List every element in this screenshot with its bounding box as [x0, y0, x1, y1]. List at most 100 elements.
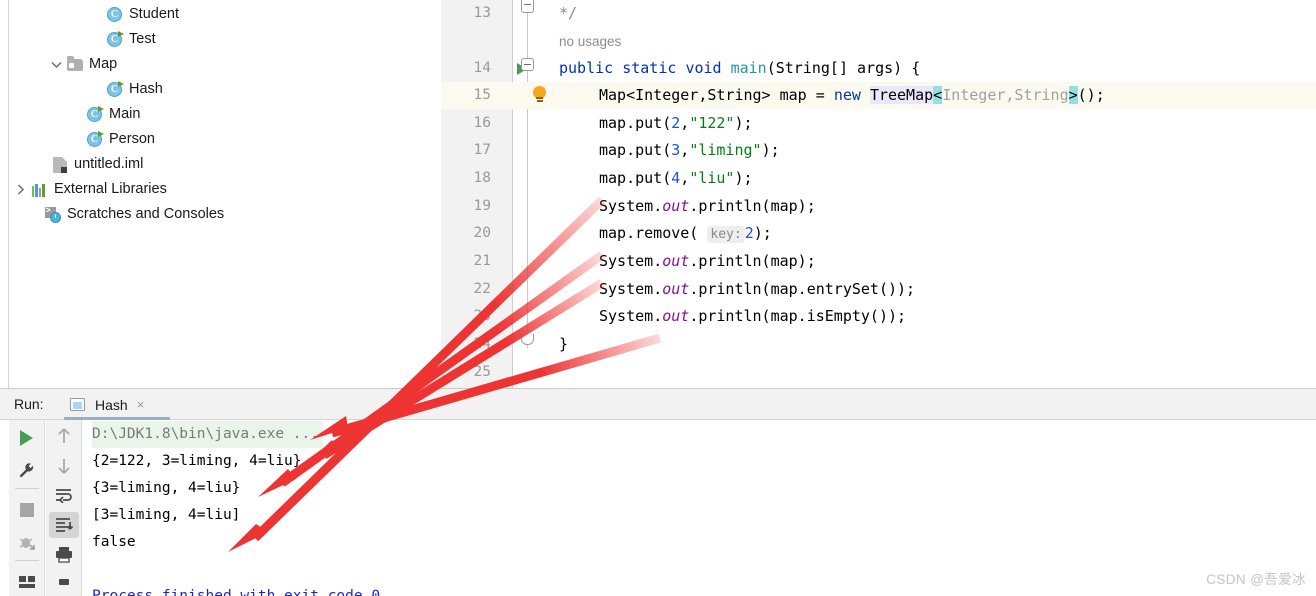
line-number: 18 — [473, 170, 491, 186]
close-icon[interactable]: × — [137, 398, 145, 411]
out-field: out — [662, 307, 690, 325]
put-key: 2 — [671, 114, 681, 132]
console-line-2: {3=liming, 4=liu} — [92, 480, 241, 496]
code-comment-end: */ — [559, 4, 578, 22]
intention-bulb-icon[interactable] — [531, 86, 547, 102]
put-call: .put( — [626, 141, 672, 159]
system-class: System — [599, 197, 654, 215]
wrench-icon — [19, 463, 34, 478]
put-call: .put( — [626, 169, 672, 187]
editor-line-20[interactable]: 20 — [441, 220, 1316, 247]
rerun-button[interactable] — [12, 423, 42, 453]
assign-op: = — [815, 86, 825, 104]
editor-line-24[interactable]: 24 — [441, 331, 1316, 358]
toolbar-divider — [14, 560, 39, 562]
console-line-exit: Process finished with exit code 0 — [92, 588, 381, 596]
scroll-to-end-button[interactable] — [48, 511, 79, 538]
dot: . — [653, 307, 663, 325]
printer-secondary-icon — [58, 578, 69, 585]
code-line-20-text: map.remove( key: 2); — [599, 220, 772, 247]
code-editor[interactable]: 13 14 15 16 17 18 19 20 21 22 23 24 25 *… — [441, 0, 1316, 388]
project-tree[interactable]: C Student C Test Map C Hash C Main C Person untitle… — [10, 0, 440, 388]
param-name-hint: key: — [707, 226, 745, 243]
line-number: 16 — [473, 115, 491, 131]
editor-line-21[interactable]: 21 — [441, 248, 1316, 275]
recv-map: map — [599, 141, 627, 159]
tree-item-student[interactable]: C Student — [10, 2, 440, 27]
tree-arrow-placeholder — [87, 77, 105, 102]
editor-line-18[interactable]: 18 — [441, 165, 1316, 192]
more-options-button[interactable] — [49, 571, 79, 596]
kw-void: void — [685, 59, 722, 77]
recv-map: map — [599, 169, 627, 187]
usage-hint: no usages — [559, 34, 622, 49]
soft-wrap-button[interactable] — [49, 482, 79, 509]
declared-type: Map<Integer,String> — [599, 86, 771, 104]
kw-static: static — [622, 59, 677, 77]
down-the-stack-trace-button[interactable] — [49, 453, 79, 480]
println-call: .println(map.entrySet()); — [689, 280, 916, 298]
editor-line-16[interactable]: 16 — [441, 110, 1316, 137]
ctor-treemap: TreeMap — [869, 86, 934, 104]
dot: . — [653, 252, 663, 270]
left-tool-rail — [0, 0, 9, 388]
angle-open-bracket: < — [933, 86, 943, 104]
code-line-17-text: map.put(3,"liming"); — [599, 137, 780, 164]
tree-item-scratches-and-consoles[interactable]: Scratches and Consoles — [10, 202, 440, 227]
tree-item-external-libraries[interactable]: External Libraries — [10, 177, 440, 202]
tree-item-person[interactable]: C Person — [10, 127, 440, 152]
method-name-main: main — [730, 59, 767, 77]
line-number: 22 — [473, 281, 491, 297]
line-number: 19 — [473, 198, 491, 214]
stop-button[interactable] — [12, 495, 42, 525]
tree-arrow-placeholder — [67, 102, 85, 127]
layout-icon — [18, 576, 35, 589]
angle-close-bracket: > — [1068, 86, 1078, 104]
fold-marker-method-end[interactable] — [521, 334, 534, 345]
console-icon — [70, 398, 85, 411]
comma: , — [680, 114, 690, 132]
toolbar-divider — [14, 488, 39, 490]
print-button[interactable] — [49, 541, 79, 568]
tree-item-main[interactable]: C Main — [10, 102, 440, 127]
tree-item-hash[interactable]: C Hash — [10, 77, 440, 102]
editor-line-19[interactable]: 19 — [441, 193, 1316, 220]
fold-marker-method-start[interactable] — [521, 58, 534, 71]
tree-item-label: untitled.iml — [74, 156, 144, 172]
tree-arrow-placeholder — [25, 202, 43, 227]
layout-button[interactable] — [12, 567, 42, 596]
java-class-icon: C — [85, 105, 104, 124]
var-map: map — [779, 86, 807, 104]
chevron-down-icon[interactable] — [47, 52, 65, 77]
up-the-stack-trace-button[interactable] — [49, 423, 79, 450]
watermark: CSDN @吾爱冰 — [1206, 572, 1306, 587]
edit-configurations-button[interactable] — [12, 456, 42, 486]
run-tab-hash[interactable]: Hash × — [62, 389, 170, 420]
printer-icon — [55, 546, 72, 563]
editor-line-25[interactable]: 25 — [441, 359, 1316, 386]
chevron-right-icon[interactable] — [12, 177, 30, 202]
tree-item-map[interactable]: Map — [10, 52, 440, 77]
code-line-18-text: map.put(4,"liu"); — [599, 165, 753, 192]
line-number: 25 — [473, 364, 491, 380]
debug-button[interactable] — [12, 528, 42, 558]
fold-marker-comment[interactable] — [521, 0, 534, 13]
code-line-22-text: System.out.println(map.entrySet()); — [599, 276, 915, 303]
put-value: "122" — [689, 114, 735, 132]
tree-item-label: Map — [89, 56, 118, 72]
console-line-command: D:\JDK1.8\bin\java.exe ... — [92, 421, 323, 448]
out-field: out — [662, 252, 690, 270]
out-field: out — [662, 280, 690, 298]
java-class-icon: C — [105, 5, 124, 24]
editor-line-17[interactable]: 17 — [441, 137, 1316, 164]
console-output[interactable]: D:\JDK1.8\bin\java.exe ... {2=122, 3=lim… — [83, 420, 1316, 596]
tree-item-untitled-iml[interactable]: untitled.iml — [10, 152, 440, 177]
code-line-19-text: System.out.println(map); — [599, 193, 816, 220]
debug-icon — [19, 537, 35, 550]
line-number: 15 — [473, 87, 491, 103]
comma: , — [680, 169, 690, 187]
arrow-up-icon — [57, 428, 70, 444]
put-key: 3 — [671, 141, 681, 159]
tree-item-test[interactable]: C Test — [10, 27, 440, 52]
soft-wrap-icon — [56, 489, 72, 504]
